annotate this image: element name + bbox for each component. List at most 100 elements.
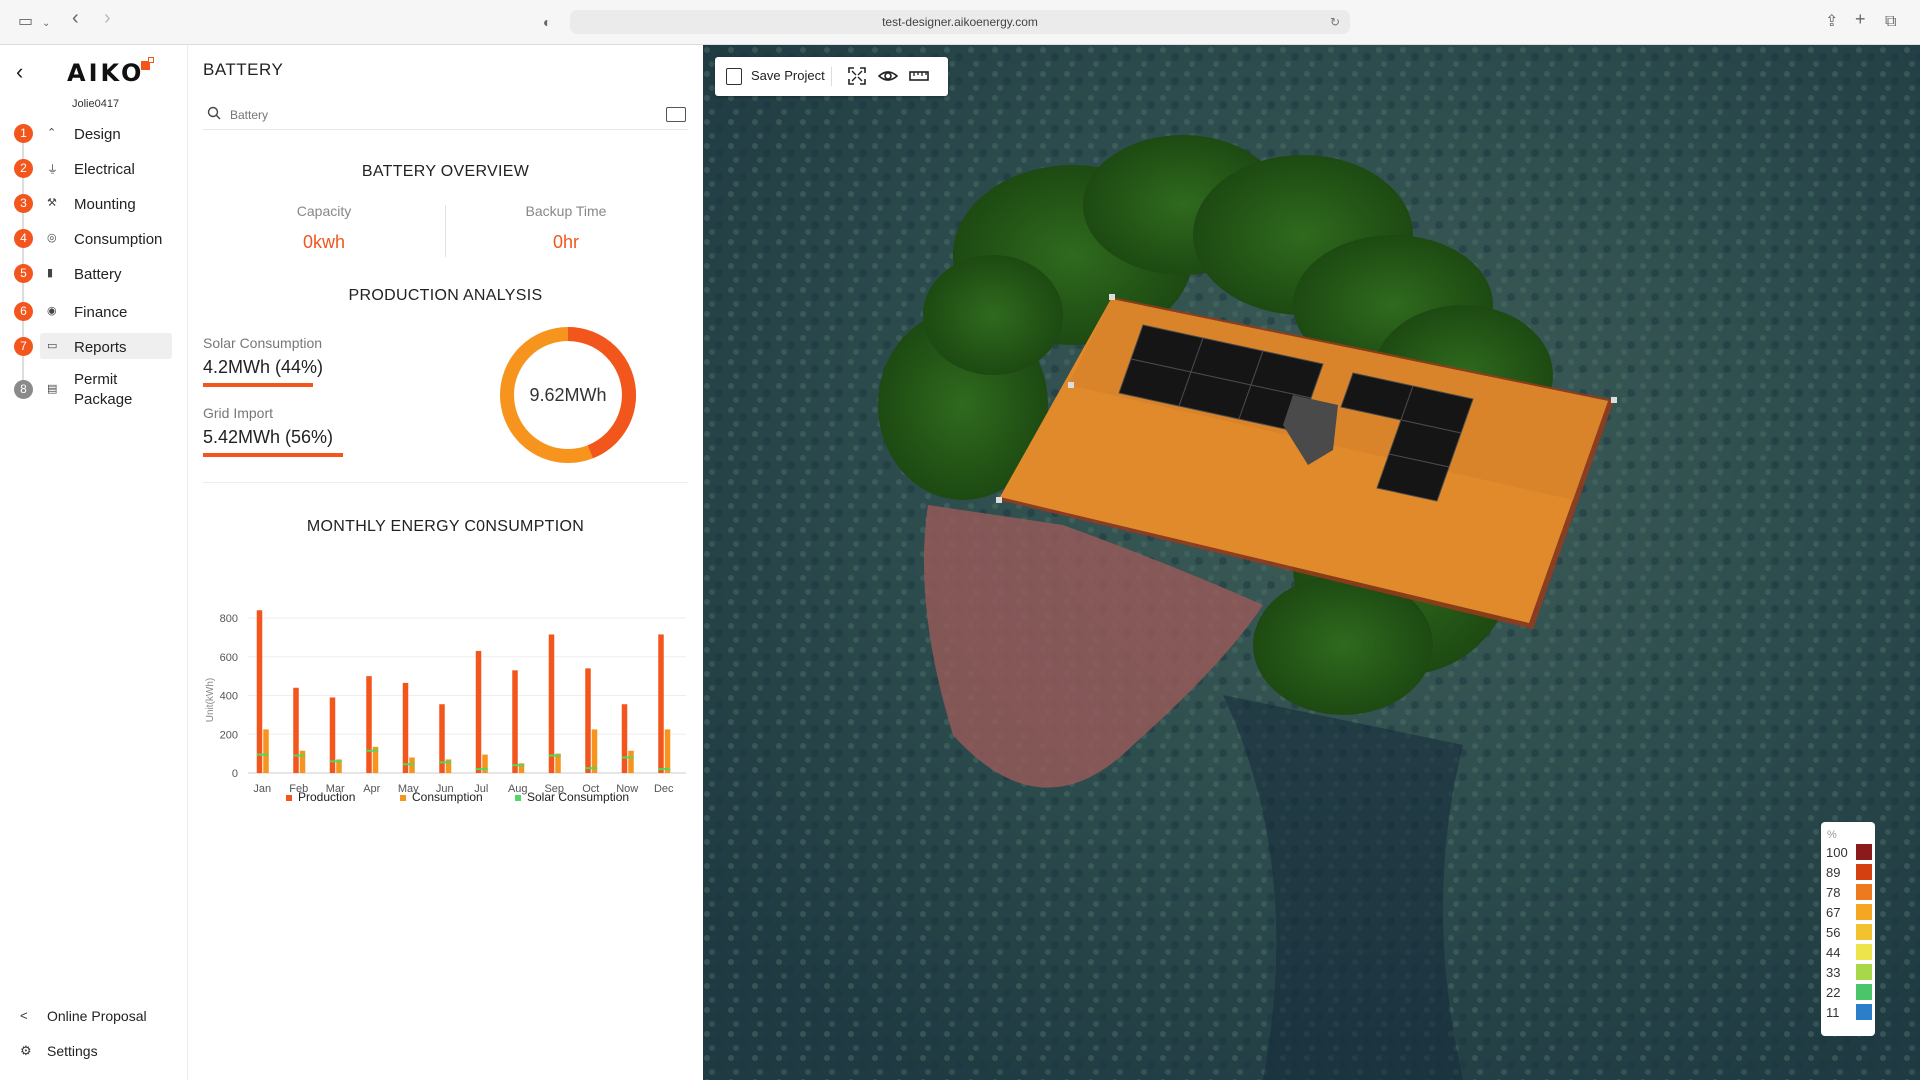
new-tab-icon[interactable]: +: [1855, 9, 1866, 29]
bar-production: [475, 650, 482, 773]
privacy-shield-icon[interactable]: ◐: [543, 12, 551, 32]
settings-link[interactable]: ⚙ Settings: [0, 1040, 188, 1064]
step-design[interactable]: 1 ⌃ Design: [0, 120, 188, 148]
tools-icon: ⚒: [47, 197, 57, 209]
solar-consumption-bar: [203, 383, 313, 387]
step-label: Reports: [74, 339, 127, 356]
section-divider: [203, 482, 688, 483]
legend-level-label: 33: [1826, 965, 1841, 980]
marker-solar-consumption: [658, 768, 671, 771]
legend-level-swatch: [1856, 984, 1872, 1000]
donut-total: 9.62MWh: [529, 385, 606, 405]
monthly-consumption-title: MONTHLY ENERGY C0NSUMPTION: [306, 518, 585, 535]
online-proposal-link[interactable]: < Online Proposal: [0, 1005, 188, 1029]
y-tick-label: 0: [232, 768, 238, 780]
step-number: 7: [14, 337, 33, 356]
tabs-overview-icon[interactable]: ⧉: [1885, 12, 1896, 32]
aiko-logo: AIKO: [67, 59, 145, 87]
share-icon[interactable]: ⇪: [1825, 12, 1838, 32]
fullscreen-icon[interactable]: [847, 66, 867, 86]
step-label: Design: [74, 126, 121, 143]
step-finance[interactable]: 6 ◉ Finance: [0, 298, 188, 326]
marker-solar-consumption: [293, 754, 306, 757]
bar-consumption: [299, 750, 306, 773]
legend-solar-consumption[interactable]: Solar Consumption: [515, 790, 629, 804]
legend-unit: %: [1827, 829, 1837, 841]
legend-label: Solar Consumption: [527, 790, 630, 804]
step-label: Permit: [74, 371, 118, 388]
marker-solar-consumption: [475, 768, 488, 771]
save-project-button[interactable]: Save Project: [751, 68, 825, 83]
bar-production: [402, 682, 409, 773]
step-mounting[interactable]: 3 ⚒ Mounting: [0, 190, 188, 218]
step-number: 3: [14, 194, 33, 213]
step-label: Electrical: [74, 161, 135, 178]
production-analysis-title: PRODUCTION ANALYSIS: [348, 287, 543, 304]
legend-level: 11: [1826, 1004, 1872, 1020]
plug-icon: ⏚: [47, 164, 58, 176]
keyboard-icon[interactable]: [666, 107, 686, 122]
legend-consumption[interactable]: Consumption: [400, 790, 483, 804]
address-bar[interactable]: test-designer.aikoenergy.com ↻: [570, 10, 1350, 34]
legend-level: 22: [1826, 984, 1872, 1000]
marker-solar-consumption: [329, 760, 342, 763]
step-reports[interactable]: 7 ▭ Reports: [0, 333, 188, 361]
legend-level: 33: [1826, 964, 1872, 980]
legend-level-swatch: [1856, 1004, 1872, 1020]
back-arrow-icon[interactable]: ‹: [72, 8, 79, 28]
sidebar-toggle-icon[interactable]: ▭: [18, 12, 33, 32]
y-tick-label: 400: [220, 691, 238, 703]
marker-solar-consumption: [621, 756, 634, 759]
production-donut-chart: 9.62MWh: [500, 327, 636, 463]
legend-production[interactable]: Production: [286, 790, 355, 804]
backup-time-value: 0hr: [552, 232, 579, 252]
legend-level: 100: [1826, 844, 1872, 860]
forward-arrow-icon[interactable]: ›: [104, 8, 111, 28]
x-tick-label: Jan: [253, 783, 271, 795]
design-icon: ⌃: [47, 127, 57, 139]
bar-production: [548, 634, 555, 773]
reload-icon[interactable]: ↻: [1330, 10, 1340, 34]
map-canvas[interactable]: Save Project % 100 89 78 67 56 44 33 22 11: [703, 45, 1920, 1080]
step-number: 6: [14, 302, 33, 321]
step-battery[interactable]: 5 ▮ Battery: [0, 260, 188, 288]
bar-consumption: [664, 729, 671, 773]
chevron-down-icon[interactable]: ⌄: [42, 14, 50, 34]
legend-level-swatch: [1856, 844, 1872, 860]
bar-consumption: [628, 750, 634, 773]
marker-solar-consumption: [366, 749, 379, 752]
legend-level-label: 89: [1826, 865, 1841, 880]
marker-solar-consumption: [402, 763, 415, 766]
step-label: Consumption: [74, 231, 163, 248]
meter-icon: ◎: [47, 232, 57, 244]
legend-level-swatch: [1856, 944, 1872, 960]
bar-production: [293, 687, 299, 773]
search-icon: [207, 106, 221, 120]
legend-level-swatch: [1856, 924, 1872, 940]
eye-icon[interactable]: [878, 66, 898, 86]
bar-consumption: [263, 729, 269, 773]
left-nav: ‹ AIKO Jolie0417 1 ⌃ Design 2 ⏚ Electric…: [0, 45, 188, 1080]
ruler-icon[interactable]: [909, 66, 929, 86]
search-box[interactable]: [203, 100, 688, 130]
legend-level-label: 78: [1826, 885, 1841, 900]
step-permit-package[interactable]: 8 ▤ Permit Package: [0, 370, 188, 414]
step-consumption[interactable]: 4 ◎ Consumption: [0, 225, 188, 253]
grid-import-bar: [203, 453, 343, 457]
legend-swatch: [400, 794, 406, 801]
overview-divider: [445, 205, 446, 257]
step-electrical[interactable]: 2 ⏚ Electrical: [0, 155, 188, 183]
legend-level-label: 22: [1826, 985, 1841, 1000]
legend-level-label: 56: [1826, 925, 1841, 940]
browser-toolbar: ▭ ⌄ ‹ › ◐ test-designer.aikoenergy.com ↻…: [0, 0, 1920, 45]
back-icon[interactable]: ‹: [16, 59, 23, 85]
capacity-label: Capacity: [296, 203, 352, 219]
legend-level-label: 11: [1826, 1005, 1840, 1020]
y-tick-label: 600: [220, 652, 238, 664]
toolbar-divider: [831, 67, 832, 86]
search-input[interactable]: [230, 105, 630, 125]
y-axis-label: Unit(kWh): [205, 678, 216, 722]
step-label-line2: Package: [74, 391, 133, 408]
url-text: test-designer.aikoenergy.com: [882, 15, 1038, 29]
legend-level: 44: [1826, 944, 1872, 960]
